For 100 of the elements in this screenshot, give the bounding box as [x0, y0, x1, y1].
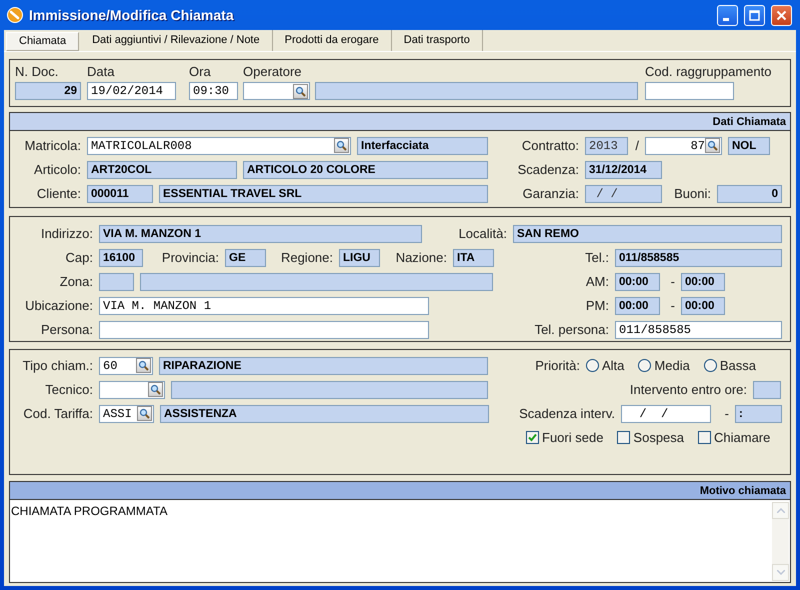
- readonly-field[interactable]: 16100: [99, 248, 143, 266]
- field-label: Priorità:: [534, 356, 580, 375]
- field-label: Regione:: [280, 248, 333, 267]
- input-field[interactable]: VIA M. MANZON 1: [99, 296, 429, 314]
- window-title: Immissione/Modifica Chiamata: [29, 6, 235, 24]
- readonly-field[interactable]: :: [735, 404, 782, 422]
- readonly-field[interactable]: 011/858585: [615, 248, 782, 266]
- field-label: Tel.:: [584, 248, 609, 267]
- field-label: Ubicazione:: [24, 296, 93, 315]
- tab[interactable]: Chiamata: [6, 32, 80, 51]
- field-label: Indirizzo:: [40, 224, 93, 243]
- readonly-field[interactable]: ITA: [453, 248, 494, 266]
- field-label: PM:: [584, 296, 609, 315]
- readonly-field[interactable]: NOL: [728, 136, 770, 154]
- readonly-field[interactable]: 00:00: [681, 296, 725, 314]
- readonly-field[interactable]: SAN REMO: [513, 224, 782, 242]
- lookup-field[interactable]: 87: [645, 136, 722, 154]
- input-field[interactable]: 09:30: [189, 82, 238, 100]
- field-label: Cap:: [64, 248, 93, 267]
- input-field[interactable]: / /: [621, 404, 711, 422]
- checkbox[interactable]: Fuori sede: [526, 428, 604, 448]
- readonly-field[interactable]: [171, 380, 488, 398]
- readonly-field[interactable]: ART20COL: [87, 160, 237, 178]
- field-label: Ora: [189, 62, 212, 80]
- search-button[interactable]: [705, 138, 720, 153]
- field-label: Operatore: [243, 62, 303, 81]
- readonly-field[interactable]: 0: [717, 184, 782, 202]
- readonly-field[interactable]: 00:00: [615, 296, 660, 314]
- field-label: N. Doc.: [15, 62, 60, 80]
- close-button[interactable]: [771, 4, 792, 26]
- tab[interactable]: Prodotti da erogare: [272, 30, 392, 51]
- field-label: Tipo chiam.:: [22, 356, 93, 375]
- tab[interactable]: Dati aggiuntivi / Rilevazione / Note: [80, 30, 273, 51]
- readonly-field[interactable]: ESSENTIAL TRAVEL SRL: [159, 184, 488, 202]
- lookup-field[interactable]: [99, 380, 165, 398]
- input-field[interactable]: [99, 320, 429, 338]
- readonly-field[interactable]: Interfacciata: [357, 136, 488, 154]
- section-header: Dati Chiamata: [10, 113, 790, 131]
- readonly-field[interactable]: [315, 82, 638, 100]
- lookup-field[interactable]: ASSI: [99, 404, 154, 422]
- input-field[interactable]: 19/02/2014: [87, 82, 176, 100]
- readonly-field[interactable]: 00:00: [681, 272, 725, 290]
- search-button[interactable]: [293, 84, 308, 98]
- lookup-field[interactable]: 60: [99, 356, 153, 374]
- readonly-field[interactable]: [99, 272, 134, 290]
- tab[interactable]: Dati trasporto: [392, 30, 483, 51]
- check-icon: [528, 433, 537, 442]
- field-label: Provincia:: [160, 248, 219, 267]
- lookup-field[interactable]: [243, 82, 310, 100]
- readonly-field[interactable]: 2013: [585, 136, 628, 154]
- maximize-button[interactable]: [744, 4, 765, 26]
- section-header: Motivo chiamata: [10, 482, 790, 500]
- input-field[interactable]: 011/858585: [615, 320, 782, 338]
- readonly-field[interactable]: 31/12/2014: [585, 160, 662, 178]
- field-label: Articolo:: [33, 160, 81, 179]
- field-label: Persona:: [40, 320, 93, 339]
- maximize-icon: [749, 10, 760, 20]
- readonly-field[interactable]: VIA M. MANZON 1: [99, 224, 422, 242]
- app-icon: [7, 7, 23, 23]
- radio-button[interactable]: Media: [638, 356, 690, 376]
- readonly-field[interactable]: LIGU: [339, 248, 380, 266]
- field-label: Cod. raggruppamento: [645, 62, 772, 81]
- field-label: Buoni:: [673, 184, 711, 203]
- field-label: Matricola:: [24, 136, 81, 155]
- readonly-field[interactable]: ASSISTENZA: [160, 404, 489, 422]
- search-button[interactable]: [136, 358, 151, 373]
- readonly-field[interactable]: RIPARAZIONE: [159, 356, 488, 374]
- field-label: Zona:: [58, 272, 93, 291]
- input-field[interactable]: [645, 82, 734, 100]
- search-button[interactable]: [334, 138, 349, 153]
- search-button[interactable]: [148, 382, 163, 397]
- readonly-field[interactable]: [753, 380, 781, 398]
- field-label: Tecnico:: [44, 380, 93, 399]
- checkbox[interactable]: Chiamare: [698, 428, 770, 448]
- field-label: /: [634, 136, 639, 155]
- field-label: Scadenza:: [516, 160, 579, 179]
- field-label: Contratto:: [520, 136, 579, 155]
- readonly-field[interactable]: / /: [585, 184, 662, 202]
- checkbox[interactable]: Sospesa: [617, 428, 684, 448]
- readonly-field[interactable]: 000011: [87, 184, 153, 202]
- field-label: Data: [87, 62, 116, 80]
- readonly-field[interactable]: 00:00: [615, 272, 660, 290]
- readonly-field[interactable]: GE: [225, 248, 266, 266]
- field-label: AM:: [584, 272, 609, 291]
- field-label: Garanzia:: [522, 184, 579, 203]
- field-label: Nazione:: [394, 248, 447, 267]
- search-button[interactable]: [137, 406, 152, 421]
- readonly-field[interactable]: [140, 272, 493, 290]
- field-label: -: [724, 404, 729, 423]
- field-label: -: [670, 272, 675, 291]
- lookup-field[interactable]: MATRICOLALR008: [87, 136, 351, 154]
- minimize-button[interactable]: [717, 4, 738, 26]
- field-label: Cliente:: [36, 184, 81, 203]
- readonly-field[interactable]: ARTICOLO 20 COLORE: [243, 160, 488, 178]
- radio-button[interactable]: Bassa: [704, 356, 756, 376]
- radio-button[interactable]: Alta: [586, 356, 624, 376]
- field-label: Cod. Tariffa:: [22, 404, 93, 423]
- field-label: Scadenza interv.: [518, 404, 615, 423]
- readonly-field[interactable]: 29: [15, 82, 81, 100]
- close-icon: [776, 10, 787, 20]
